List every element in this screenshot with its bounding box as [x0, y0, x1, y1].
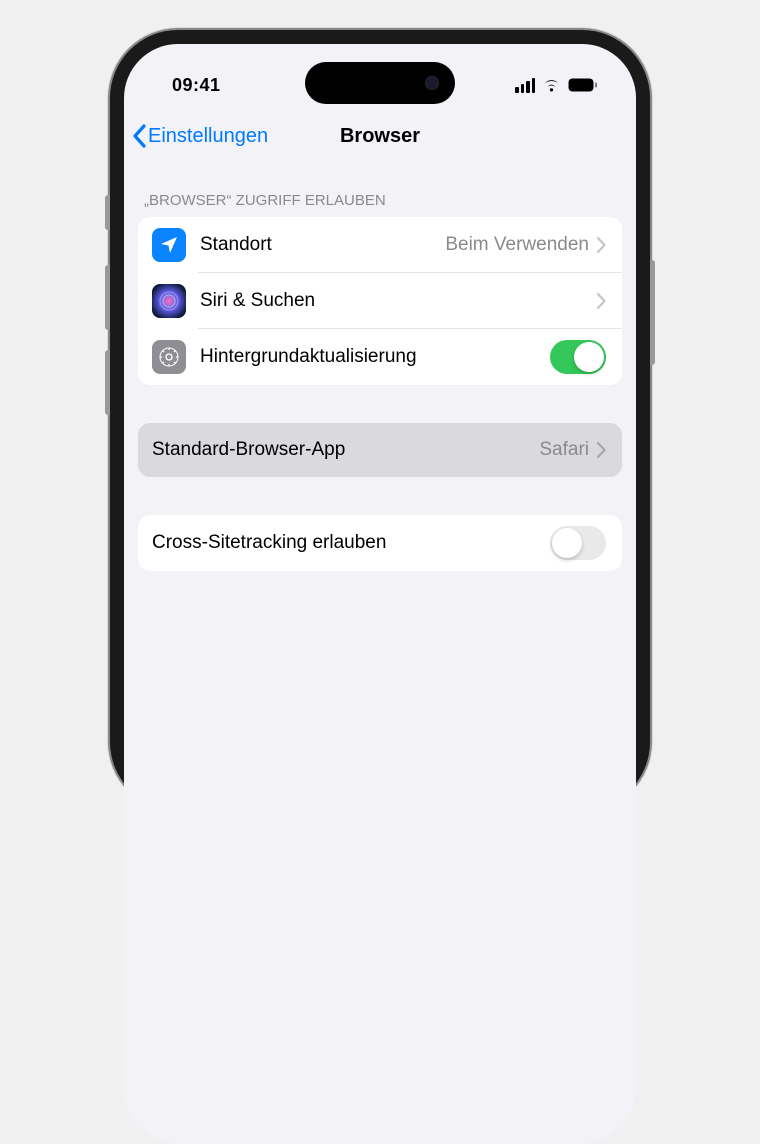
siri-row[interactable]: Siri & Suchen	[138, 273, 622, 329]
background-refresh-label: Hintergrundaktualisierung	[200, 346, 550, 368]
cross-site-tracking-toggle[interactable]	[550, 526, 606, 560]
status-time: 09:41	[172, 75, 221, 96]
wifi-icon	[542, 78, 561, 92]
volume-down	[105, 350, 110, 415]
tracking-group: Cross-Sitetracking erlauben	[138, 515, 622, 571]
siri-label: Siri & Suchen	[200, 290, 597, 312]
default-browser-row[interactable]: Standard-Browser-App Safari	[138, 423, 622, 477]
mute-switch	[105, 195, 110, 230]
chevron-left-icon	[132, 124, 146, 148]
default-browser-label: Standard-Browser-App	[152, 439, 539, 461]
dynamic-island	[305, 62, 455, 104]
background-refresh-row: Hintergrundaktualisierung	[138, 329, 622, 385]
location-icon	[152, 228, 186, 262]
location-label: Standort	[200, 234, 445, 256]
location-value: Beim Verwenden	[445, 234, 589, 256]
location-row[interactable]: Standort Beim Verwenden	[138, 217, 622, 273]
background-refresh-toggle[interactable]	[550, 340, 606, 374]
back-label: Einstellungen	[148, 125, 268, 148]
default-browser-value: Safari	[539, 439, 589, 461]
default-browser-group: Standard-Browser-App Safari	[138, 423, 622, 477]
nav-bar: Einstellungen Browser	[124, 104, 636, 164]
page-title: Browser	[340, 125, 420, 148]
chevron-right-icon	[597, 237, 606, 253]
cellular-signal-icon	[515, 78, 535, 93]
gear-icon	[152, 340, 186, 374]
permissions-group: Standort Beim Verwenden Siri & Suchen Hi…	[138, 217, 622, 385]
volume-up	[105, 265, 110, 330]
screen: 09:41 Einstellungen Browser „BROWSER“ ZU…	[124, 44, 636, 1144]
phone-frame: 09:41 Einstellungen Browser „BROWSER“ ZU…	[110, 30, 650, 810]
cross-site-tracking-label: Cross-Sitetracking erlauben	[152, 532, 550, 554]
battery-icon	[568, 78, 598, 92]
section-header-permissions: „BROWSER“ ZUGRIFF ERLAUBEN	[124, 164, 636, 217]
chevron-right-icon	[597, 293, 606, 309]
chevron-right-icon	[597, 442, 606, 458]
cross-site-tracking-row: Cross-Sitetracking erlauben	[138, 515, 622, 571]
back-button[interactable]: Einstellungen	[132, 124, 268, 148]
power-button	[650, 260, 655, 365]
camera-lens	[425, 76, 439, 90]
siri-icon	[152, 284, 186, 318]
